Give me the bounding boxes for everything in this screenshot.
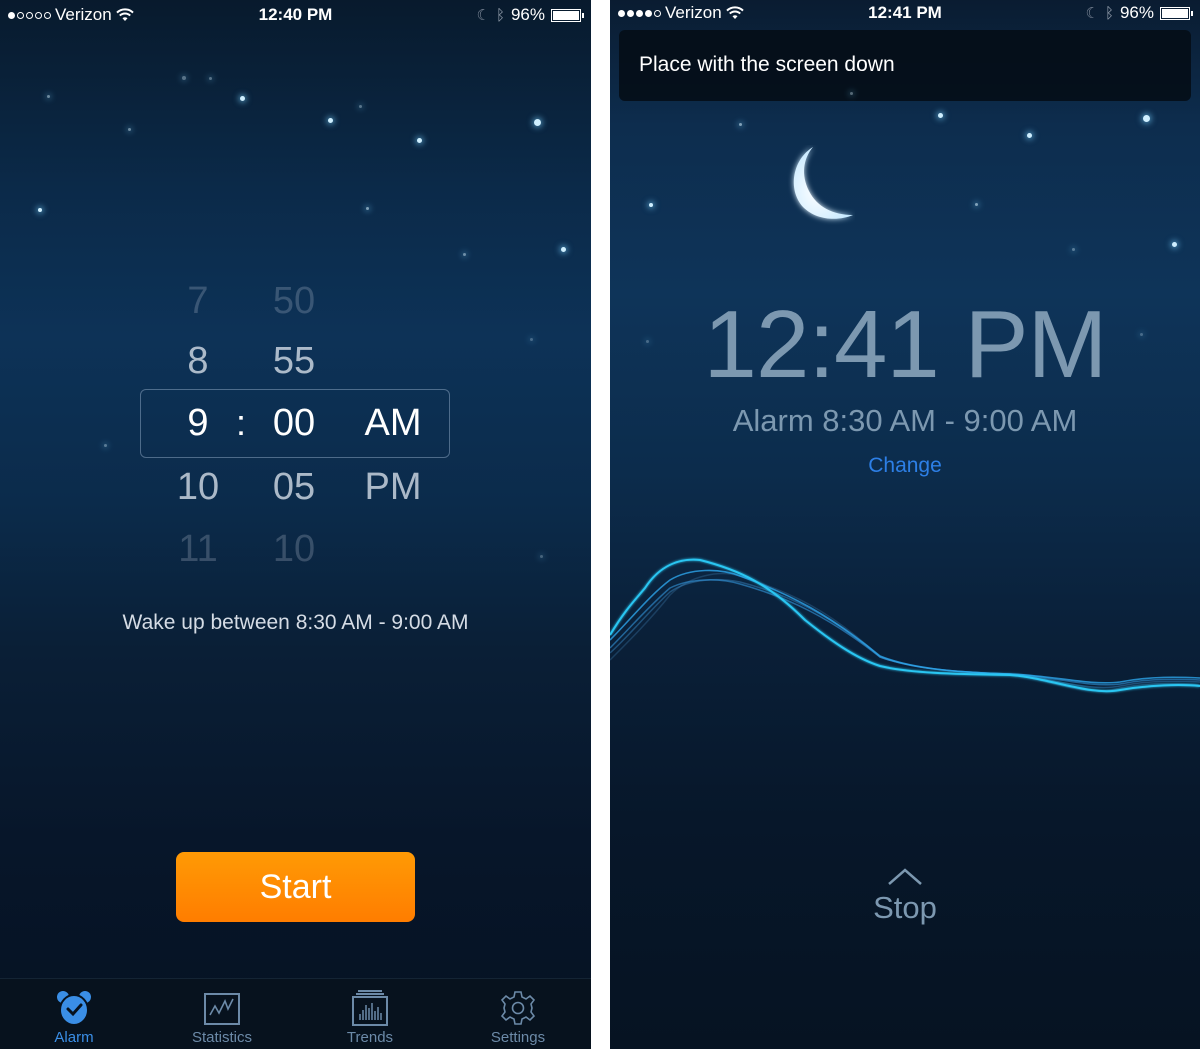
sleep-tracking-screen: Verizon 12:41 PM ☾ ᛒ 96% Place with the …	[610, 0, 1200, 1049]
current-time: 12:41 PM	[703, 291, 1108, 398]
time-picker[interactable]: 7 8 9 10 11 : 50 55 00 05 10 AM PM	[140, 280, 452, 570]
placement-hint-text: Place with the screen down	[639, 53, 895, 76]
sleep-sound-waveform	[610, 558, 1200, 693]
tab-trends[interactable]: Trends	[296, 979, 444, 1049]
battery-percent: 96%	[510, 5, 545, 24]
waveform-line	[610, 569, 1200, 684]
waveform-line-primary	[610, 558, 1200, 693]
do-not-disturb-icon: ☾	[476, 7, 490, 24]
picker-separator: :	[236, 402, 247, 443]
picker-minute[interactable]: 55	[254, 340, 334, 383]
battery-percent: 96%	[1119, 3, 1154, 22]
change-alarm-link[interactable]: Change	[610, 454, 1200, 478]
tab-label: Alarm	[54, 1029, 94, 1046]
status-bar: Verizon 12:40 PM ☾ ᛒ 96%	[0, 0, 591, 30]
trends-bars-icon	[352, 990, 388, 1026]
crescent-moon-icon	[793, 147, 853, 219]
picker-period-selected[interactable]: AM	[353, 402, 433, 445]
do-not-disturb-icon: ☾	[1085, 5, 1099, 22]
gear-icon	[500, 991, 536, 1025]
waveform-line	[610, 578, 1200, 689]
start-button[interactable]: Start	[176, 852, 415, 922]
picker-hour[interactable]: 7	[158, 280, 238, 323]
bluetooth-icon: ᛒ	[495, 6, 505, 24]
status-right: ☾ ᛒ 96%	[476, 5, 584, 25]
picker-hour-selected[interactable]: 9	[158, 402, 238, 445]
picker-minute-selected[interactable]: 00	[254, 402, 334, 445]
status-bar: Verizon 12:41 PM ☾ ᛒ 96%	[610, 0, 1200, 30]
tab-label: Settings	[490, 1029, 546, 1046]
chevron-up-icon	[888, 868, 922, 885]
tab-label: Trends	[346, 1029, 394, 1046]
waveform-line	[610, 579, 1200, 686]
tab-settings[interactable]: Settings	[444, 979, 591, 1049]
alarm-clock-icon	[57, 991, 91, 1026]
placement-hint-banner: Place with the screen down	[619, 30, 1191, 101]
status-right: ☾ ᛒ 96%	[1085, 3, 1193, 23]
tab-bar: Alarm Statistics Trends Settings	[0, 978, 591, 1049]
picker-hour[interactable]: 10	[158, 466, 238, 509]
tab-label: Statistics	[191, 1029, 252, 1046]
wake-window-text: Wake up between 8:30 AM - 9:00 AM	[122, 611, 469, 634]
tab-alarm[interactable]: Alarm	[0, 979, 148, 1049]
picker-hour[interactable]: 8	[158, 340, 238, 383]
picker-period[interactable]: PM	[353, 466, 433, 509]
tab-statistics[interactable]: Statistics	[148, 979, 296, 1049]
statistics-chart-icon	[204, 993, 240, 1025]
battery-icon	[1160, 6, 1193, 20]
battery-icon	[551, 8, 584, 22]
bluetooth-icon: ᛒ	[1104, 4, 1114, 22]
picker-minute[interactable]: 05	[254, 466, 334, 509]
stop-control[interactable]: Stop	[610, 864, 1200, 926]
waveform-line	[610, 572, 1200, 692]
stop-label[interactable]: Stop	[610, 890, 1200, 926]
picker-minute[interactable]: 10	[254, 528, 334, 571]
picker-minute[interactable]: 50	[254, 280, 334, 323]
alarm-window-text: Alarm 8:30 AM - 9:00 AM	[732, 403, 1078, 438]
picker-hour[interactable]: 11	[158, 528, 238, 571]
alarm-setup-screen: Verizon 12:40 PM ☾ ᛒ 96% 7 8 9 10 11: 5…	[0, 0, 591, 1049]
